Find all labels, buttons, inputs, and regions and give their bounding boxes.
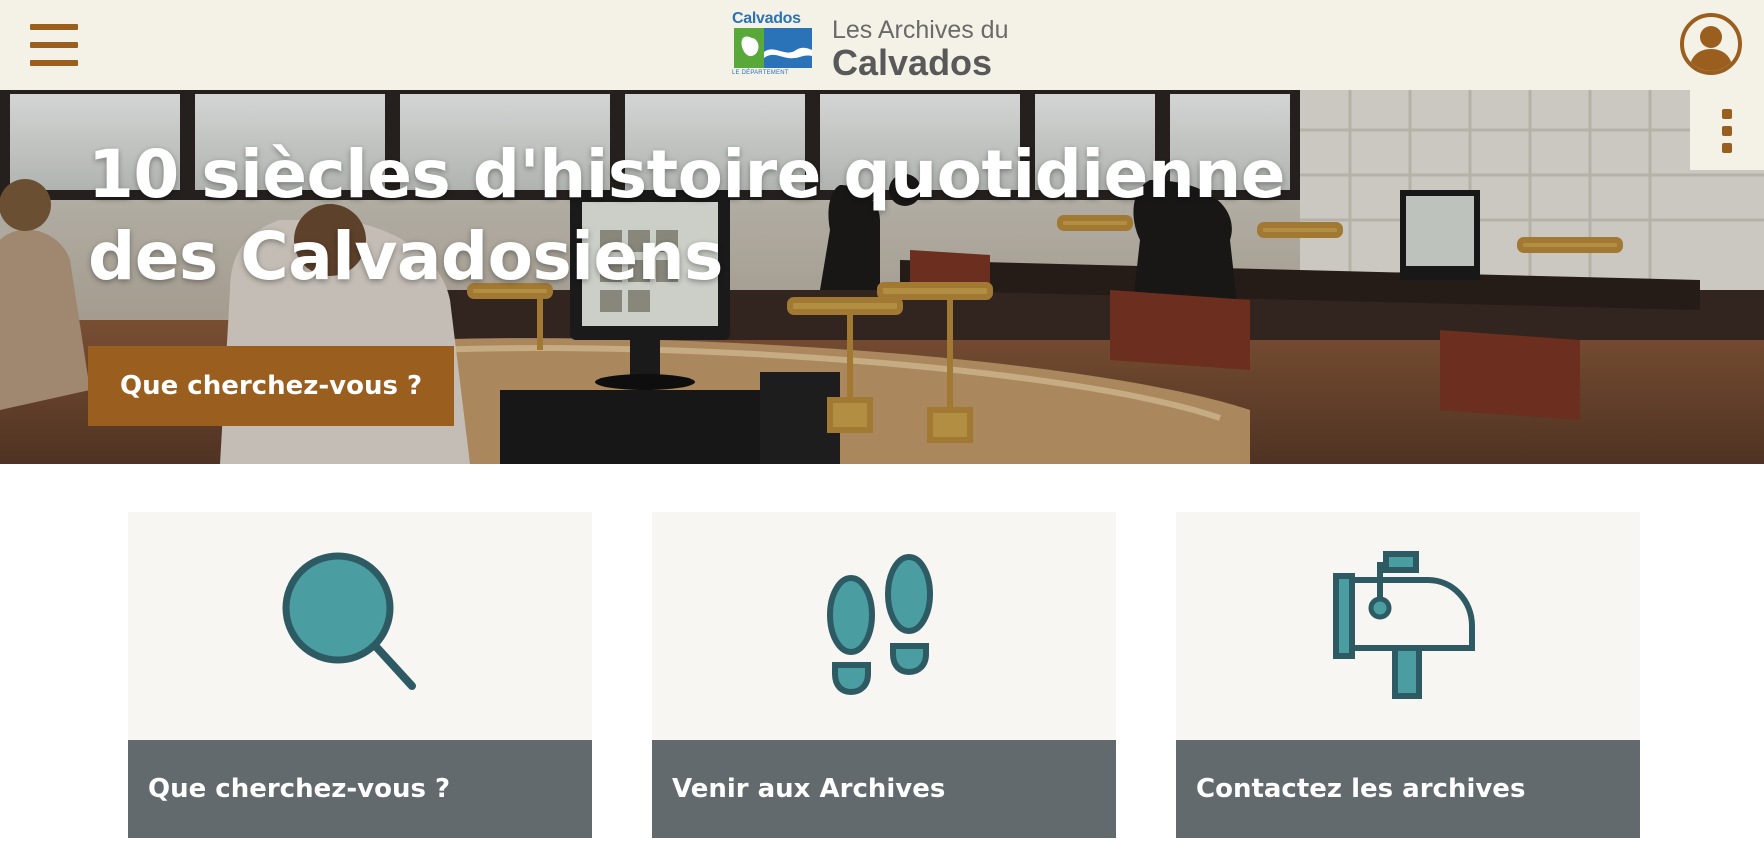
site-logo[interactable]: Calvados LE DÉPARTEMENT Les Archives du … [730, 10, 1010, 83]
site-header: Calvados LE DÉPARTEMENT Les Archives du … [0, 0, 1764, 90]
card-contact[interactable]: Contactez les archives [1176, 512, 1640, 838]
card-search[interactable]: Que cherchez-vous ? [128, 512, 592, 838]
card-icon-area [1176, 512, 1640, 740]
card-label: Venir aux Archives [652, 740, 1116, 838]
card-label: Contactez les archives [1176, 740, 1640, 838]
hamburger-menu-icon[interactable] [30, 24, 78, 66]
calvados-department-badge: Calvados LE DÉPARTEMENT [730, 10, 814, 80]
vertical-dots-icon[interactable] [1690, 90, 1764, 170]
logo-line-1: Les Archives du [832, 16, 1009, 44]
mailbox-icon [1333, 551, 1475, 699]
user-account-icon[interactable] [1680, 13, 1742, 75]
card-icon-area [652, 512, 1116, 740]
hero-title: 10 siècles d'histoire quotidienne des Ca… [88, 136, 1286, 295]
footprints-icon [827, 554, 933, 696]
hero-banner: 10 siècles d'histoire quotidienne des Ca… [0, 90, 1764, 464]
magnifier-icon [282, 552, 416, 690]
logo-line-2: Calvados [832, 42, 993, 83]
calvados-emblem-icon [734, 28, 812, 68]
card-visit[interactable]: Venir aux Archives [652, 512, 1116, 838]
hero-search-button[interactable]: Que cherchez-vous ? [88, 346, 455, 426]
badge-subtitle: LE DÉPARTEMENT [732, 70, 789, 76]
badge-word: Calvados [732, 10, 801, 27]
card-icon-area [128, 512, 592, 740]
card-label: Que cherchez-vous ? [128, 740, 592, 838]
